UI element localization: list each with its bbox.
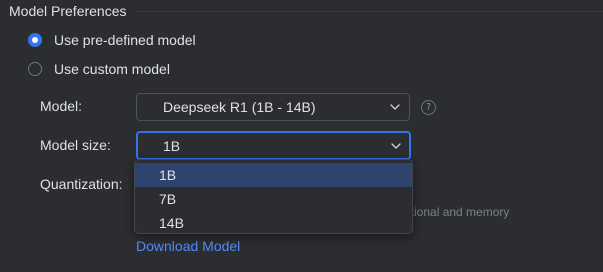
model-combobox[interactable]: Deepseek R1 (1B - 14B) <box>136 93 410 121</box>
quantization-label: Quantization: <box>40 176 123 192</box>
radio-checked-icon[interactable] <box>28 33 42 47</box>
radio-label-custom: Use custom model <box>54 61 170 77</box>
model-size-combobox-value: 1B <box>163 138 181 154</box>
dropdown-option-1b[interactable]: 1B <box>135 163 412 187</box>
model-combobox-value: Deepseek R1 (1B - 14B) <box>163 99 316 115</box>
radio-label-predefined: Use pre-defined model <box>54 32 196 48</box>
model-size-label: Model size: <box>40 137 111 153</box>
section-divider <box>137 11 603 12</box>
download-model-link[interactable]: Download Model <box>136 238 240 254</box>
requirements-text: rational and memory <box>400 205 510 219</box>
radio-option-custom[interactable]: Use custom model <box>28 59 170 79</box>
model-label: Model: <box>40 98 83 114</box>
model-size-dropdown[interactable]: 1B 7B 14B <box>134 159 413 234</box>
chevron-down-icon <box>390 104 400 110</box>
help-icon[interactable]: ? <box>421 100 436 115</box>
dropdown-option-14b[interactable]: 14B <box>135 211 412 235</box>
radio-option-predefined[interactable]: Use pre-defined model <box>28 30 196 50</box>
model-size-combobox[interactable]: 1B <box>136 131 411 160</box>
section-title: Model Preferences <box>9 3 127 19</box>
chevron-down-icon <box>391 142 401 149</box>
radio-unchecked-icon[interactable] <box>28 62 42 76</box>
dropdown-option-7b[interactable]: 7B <box>135 187 412 211</box>
